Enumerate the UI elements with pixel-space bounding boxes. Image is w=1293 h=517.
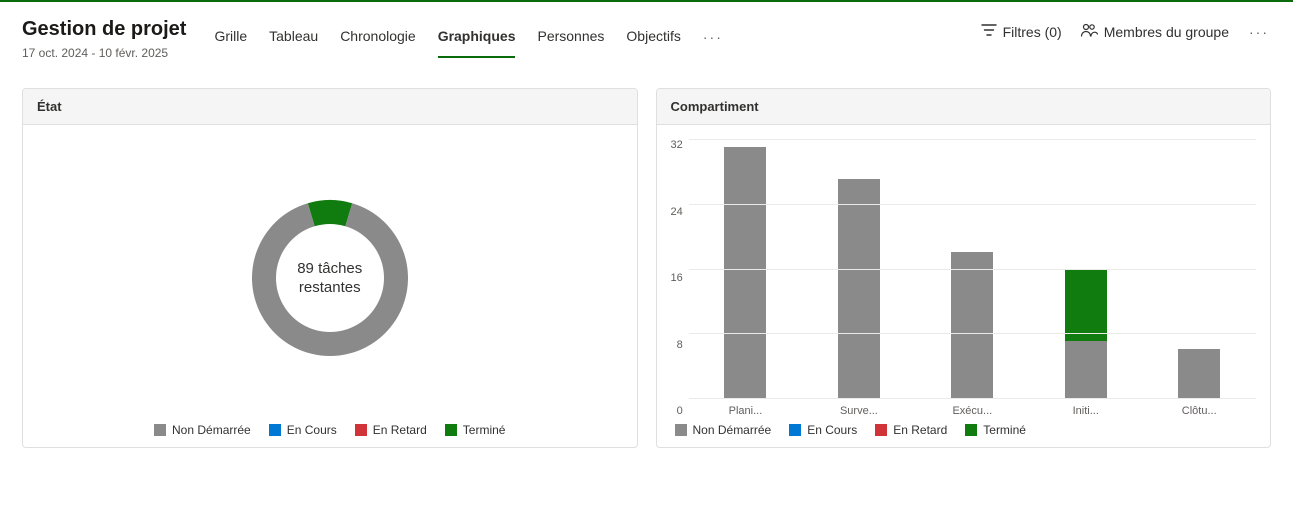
legend-item[interactable]: En Retard [875,423,947,437]
y-tick-label: 32 [671,139,683,151]
bar-y-axis: 32 24 16 8 0 [671,139,689,417]
bucket-card: Compartiment 32 24 16 8 0 Plani... Surve... Ex… [656,88,1272,448]
group-members-label: Membres du groupe [1104,24,1229,40]
tab-tableau[interactable]: Tableau [269,22,318,58]
tab-objectifs[interactable]: Objectifs [626,22,680,58]
legend-label: En Cours [807,423,857,437]
legend-label: Terminé [983,423,1026,437]
status-legend: Non Démarrée En Cours En Retard Terminé [37,417,623,437]
gridline [689,204,1256,205]
legend-label: En Retard [893,423,947,437]
donut-center-line2: restantes [297,278,362,298]
y-tick-label: 16 [671,272,683,284]
x-tick-label: Surve... [838,405,880,417]
y-tick-label: 0 [671,405,683,417]
legend-label: En Cours [287,423,337,437]
header-actions: Filtres (0) Membres du groupe ··· [981,16,1271,41]
x-tick-label: Initi... [1065,405,1107,417]
tab-bar: Grille Tableau Chronologie Graphiques Person… [214,16,722,58]
donut-center-line1: 89 tâches [297,259,362,279]
tab-grille[interactable]: Grille [214,22,247,58]
legend-item[interactable]: Terminé [965,423,1026,437]
tab-chronologie[interactable]: Chronologie [340,22,416,58]
status-donut-chart: 89 tâches restantes [37,139,623,417]
legend-swatch [875,424,887,436]
y-tick-label: 24 [671,206,683,218]
legend-swatch [154,424,166,436]
legend-swatch [965,424,977,436]
legend-item[interactable]: En Cours [789,423,857,437]
legend-swatch [789,424,801,436]
gridline [689,269,1256,270]
people-icon [1080,22,1098,41]
bar-segment[interactable] [724,147,766,398]
legend-label: Terminé [463,423,506,437]
legend-item[interactable]: Terminé [445,423,506,437]
header-overflow-button[interactable]: ··· [1247,24,1271,40]
bar-segment[interactable] [1065,269,1107,342]
donut-center-text: 89 tâches restantes [297,259,362,298]
legend-swatch [445,424,457,436]
donut-slice[interactable] [308,200,352,226]
filters-label: Filtres (0) [1003,24,1062,40]
tab-graphiques[interactable]: Graphiques [438,22,516,58]
legend-item[interactable]: Non Démarrée [675,423,772,437]
status-card-title: État [23,89,637,125]
bucket-legend: Non Démarrée En Cours En Retard Terminé [671,417,1257,437]
gridline [689,139,1256,140]
bucket-card-title: Compartiment [657,89,1271,125]
date-range: 17 oct. 2024 - 10 févr. 2025 [22,46,186,60]
filter-icon [981,22,997,41]
tab-personnes[interactable]: Personnes [537,22,604,58]
bar-segment[interactable] [951,252,993,398]
legend-swatch [269,424,281,436]
page-title: Gestion de projet [22,16,186,42]
gridline [689,398,1256,399]
bar-segment[interactable] [1178,349,1220,398]
gridline [689,333,1256,334]
legend-label: En Retard [373,423,427,437]
x-tick-label: Plani... [724,405,766,417]
legend-swatch [355,424,367,436]
bar-x-axis: Plani... Surve... Exécu... Initi... Clôtu... [689,398,1256,417]
legend-item[interactable]: En Retard [355,423,427,437]
filters-button[interactable]: Filtres (0) [981,22,1062,41]
bar-segment[interactable] [838,179,880,398]
legend-label: Non Démarrée [172,423,251,437]
legend-item[interactable]: En Cours [269,423,337,437]
x-tick-label: Clôtu... [1178,405,1220,417]
legend-label: Non Démarrée [693,423,772,437]
x-tick-label: Exécu... [951,405,993,417]
tabs-overflow-button[interactable]: ··· [703,23,723,57]
legend-item[interactable]: Non Démarrée [154,423,251,437]
status-card: État 89 tâches restantes Non Démarrée En … [22,88,638,448]
bar-segment[interactable] [1065,341,1107,398]
y-tick-label: 8 [671,339,683,351]
legend-swatch [675,424,687,436]
group-members-button[interactable]: Membres du groupe [1080,22,1229,41]
bar-plot-area [689,139,1256,398]
bucket-bar-chart: 32 24 16 8 0 Plani... Surve... Exécu... Initi..… [671,139,1257,417]
